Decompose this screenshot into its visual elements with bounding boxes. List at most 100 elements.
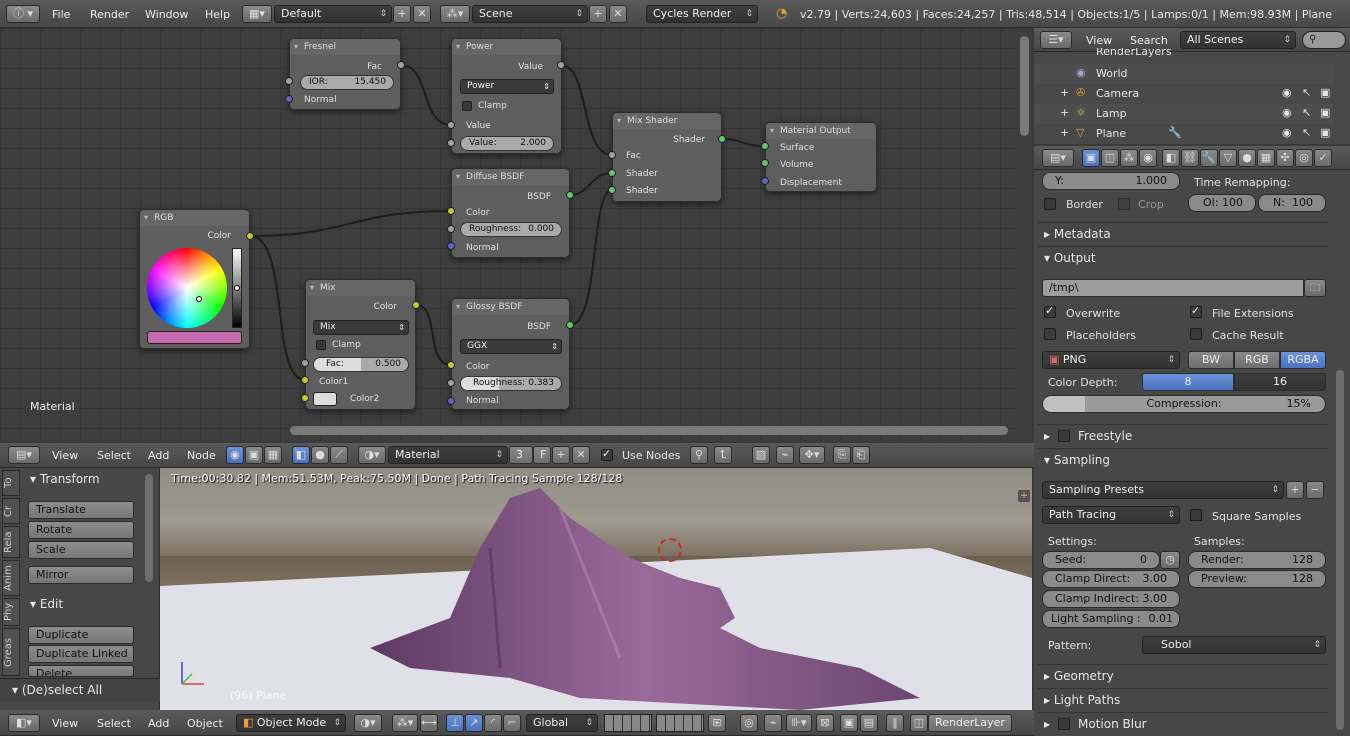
object-tab-icon[interactable]: ◧ — [1162, 149, 1180, 167]
opengl-anim-icon[interactable]: ▤ — [860, 714, 878, 732]
scene-select[interactable]: Scene — [472, 5, 588, 23]
fresnel-ior-socket[interactable] — [285, 77, 293, 85]
add-scene-button[interactable]: + — [589, 5, 607, 23]
node-menu-view[interactable]: View — [52, 449, 78, 462]
constraints-tab-icon[interactable]: ⛓ — [1181, 149, 1199, 167]
clamp-indirect-field[interactable]: Clamp Indirect: 3.00 — [1042, 590, 1180, 608]
time-new-field[interactable]: N: 100 — [1258, 194, 1326, 212]
seed-field[interactable]: Seed: 0 — [1042, 551, 1160, 569]
outliner-search-icon[interactable]: ⚲ — [1302, 31, 1346, 49]
render-icon[interactable]: ▣ — [1320, 126, 1330, 139]
render-icon[interactable]: ▣ — [1320, 86, 1330, 99]
eye-icon[interactable]: ◉ — [1282, 86, 1292, 99]
node-editor-hscrollbar[interactable] — [290, 426, 1008, 435]
motion-blur-checkbox[interactable] — [1058, 718, 1070, 730]
render-engine-select[interactable]: Cycles Render — [646, 5, 758, 23]
scene-icon[interactable]: ⁂▾ — [440, 5, 470, 23]
overwrite-checkbox[interactable] — [1044, 304, 1056, 318]
layers-grid-2[interactable] — [656, 714, 704, 732]
crop-checkbox[interactable] — [1118, 198, 1130, 210]
time-old-field[interactable]: Ol: 100 — [1188, 194, 1256, 212]
output-path-field[interactable]: /tmp\ — [1042, 279, 1304, 297]
operator-panel[interactable]: ▾ (De)select All — [0, 678, 160, 702]
backdrop-icon[interactable]: ▨ — [752, 446, 770, 464]
sampling-panel-header[interactable]: ▾ Sampling — [1038, 448, 1328, 470]
material-name-field[interactable]: Material — [388, 446, 508, 464]
scene-tab-icon[interactable]: ⁂ — [1120, 149, 1138, 167]
add-layout-button[interactable]: + — [393, 5, 411, 23]
glossy-color-socket[interactable] — [447, 361, 455, 369]
view3d-menu-add[interactable]: Add — [148, 717, 169, 730]
tab-grease-pencil[interactable]: Greas — [2, 628, 20, 676]
output-displacement-socket[interactable] — [761, 177, 769, 185]
power-value2-socket[interactable] — [447, 139, 455, 147]
output-volume-socket[interactable] — [761, 159, 769, 167]
remove-layout-button[interactable]: ✕ — [413, 5, 431, 23]
new-material-button[interactable]: + — [552, 446, 570, 464]
tab-animation[interactable]: Anim — [2, 560, 20, 596]
mix-node[interactable]: Mix Color Mix Clamp Fac:0.500 Color1 Col… — [305, 279, 416, 410]
parent-tree-icon[interactable]: ⮤ — [714, 446, 732, 464]
rotate-manipulator-icon[interactable]: ↗ — [465, 714, 483, 732]
geometry-panel-header[interactable]: ▸ Geometry — [1038, 664, 1328, 686]
viewport-shading-icon[interactable]: ◑▾ — [354, 714, 382, 732]
color-mode-rgba[interactable]: RGBA — [1280, 351, 1326, 369]
folder-icon[interactable]: 🗀 — [1304, 279, 1326, 297]
cursor-select-icon[interactable]: ↖ — [1302, 126, 1311, 139]
node-editor-vscrollbar[interactable] — [1018, 28, 1032, 442]
color-mode-rgb[interactable]: RGB — [1234, 351, 1280, 369]
freestyle-panel-header[interactable]: ▸ Freestyle — [1038, 424, 1328, 446]
expand-icon[interactable]: + — [1060, 106, 1069, 119]
power-node[interactable]: Power Value Power Clamp Value Value:2.00… — [451, 38, 562, 154]
render-layers-tab-icon[interactable]: ◫ — [1101, 149, 1119, 167]
rotate-icon[interactable]: ◜ — [484, 714, 502, 732]
modifiers-tab-icon[interactable]: 🔧 — [1200, 149, 1218, 167]
texture-tab-icon[interactable]: ▦ — [1257, 149, 1275, 167]
opengl-render-icon[interactable]: ▣ — [840, 714, 858, 732]
outliner-row-camera[interactable]: + ✇ Camera ◉ ↖ ▣ — [1034, 84, 1334, 104]
color-wheel-cursor[interactable] — [196, 296, 202, 302]
use-nodes-checkbox[interactable] — [601, 447, 613, 461]
integrator-select[interactable]: Path Tracing — [1042, 506, 1180, 524]
menu-render[interactable]: Render — [90, 8, 129, 21]
diffuse-bsdf-node[interactable]: Diffuse BSDF BSDF Color Roughness:0.000 … — [451, 168, 570, 258]
cache-result-checkbox[interactable] — [1190, 328, 1202, 340]
node-menu-node[interactable]: Node — [187, 449, 216, 462]
output-panel-header[interactable]: ▾ Output — [1038, 246, 1328, 268]
render-samples-field[interactable]: Render: 128 — [1188, 551, 1326, 569]
node-editor-type-button[interactable]: ▤▾ — [8, 446, 40, 464]
editor-type-button[interactable]: ⓘ ▾ — [6, 5, 40, 23]
fake-user-button[interactable]: F — [533, 446, 551, 464]
layout-select[interactable]: Default — [274, 5, 392, 23]
eye-icon[interactable]: ◉ — [1282, 126, 1292, 139]
orientation-select[interactable]: Global — [526, 714, 598, 732]
color-mode-bw[interactable]: BW — [1188, 351, 1234, 369]
rotate-button[interactable]: Rotate — [28, 521, 134, 539]
manipulator-icon[interactable]: ⟷ — [420, 714, 438, 732]
menu-file[interactable]: File — [52, 8, 70, 21]
snap-icon[interactable]: ⌁ — [776, 446, 794, 464]
3d-viewport[interactable]: Time:00:30.82 | Mem:51.53M, Peak:75.50M … — [160, 468, 1032, 710]
scale-manipulator-icon[interactable]: ⌐ — [503, 714, 521, 732]
glossy-roughness-socket[interactable] — [447, 379, 455, 387]
pivot-point-icon[interactable]: ⁂▾ — [392, 714, 418, 732]
snap-element-icon[interactable]: ✥▾ — [799, 446, 825, 464]
compression-slider[interactable]: Compression: 15% — [1042, 395, 1326, 413]
render-tab-icon[interactable]: ▣ — [1082, 149, 1100, 167]
view3d-menu-select[interactable]: Select — [97, 717, 131, 730]
preview-samples-field[interactable]: Preview: 128 — [1188, 570, 1326, 588]
outliner-row-renderlayers[interactable]: RenderLayers — [1034, 48, 1334, 60]
delete-button[interactable]: Delete — [28, 665, 134, 677]
pattern-select[interactable]: Sobol — [1142, 636, 1326, 654]
tab-physics[interactable]: Phy — [2, 598, 20, 626]
mix-blend-select[interactable]: Mix — [313, 320, 409, 335]
paste-nodes-icon[interactable]: ⎗ — [852, 446, 870, 464]
eye-icon[interactable]: ◉ — [1282, 106, 1292, 119]
mix-shader-node[interactable]: Mix Shader Shader Fac Shader Shader — [612, 112, 722, 202]
power-value-out-socket[interactable] — [557, 61, 565, 69]
layers-grid-1[interactable] — [604, 714, 652, 732]
glossy-distribution-select[interactable]: GGX — [460, 339, 562, 354]
material-output-node[interactable]: Material Output Surface Volume Displacem… — [765, 122, 877, 192]
diffuse-normal-socket[interactable] — [447, 242, 455, 250]
scale-button[interactable]: Scale — [28, 541, 134, 559]
